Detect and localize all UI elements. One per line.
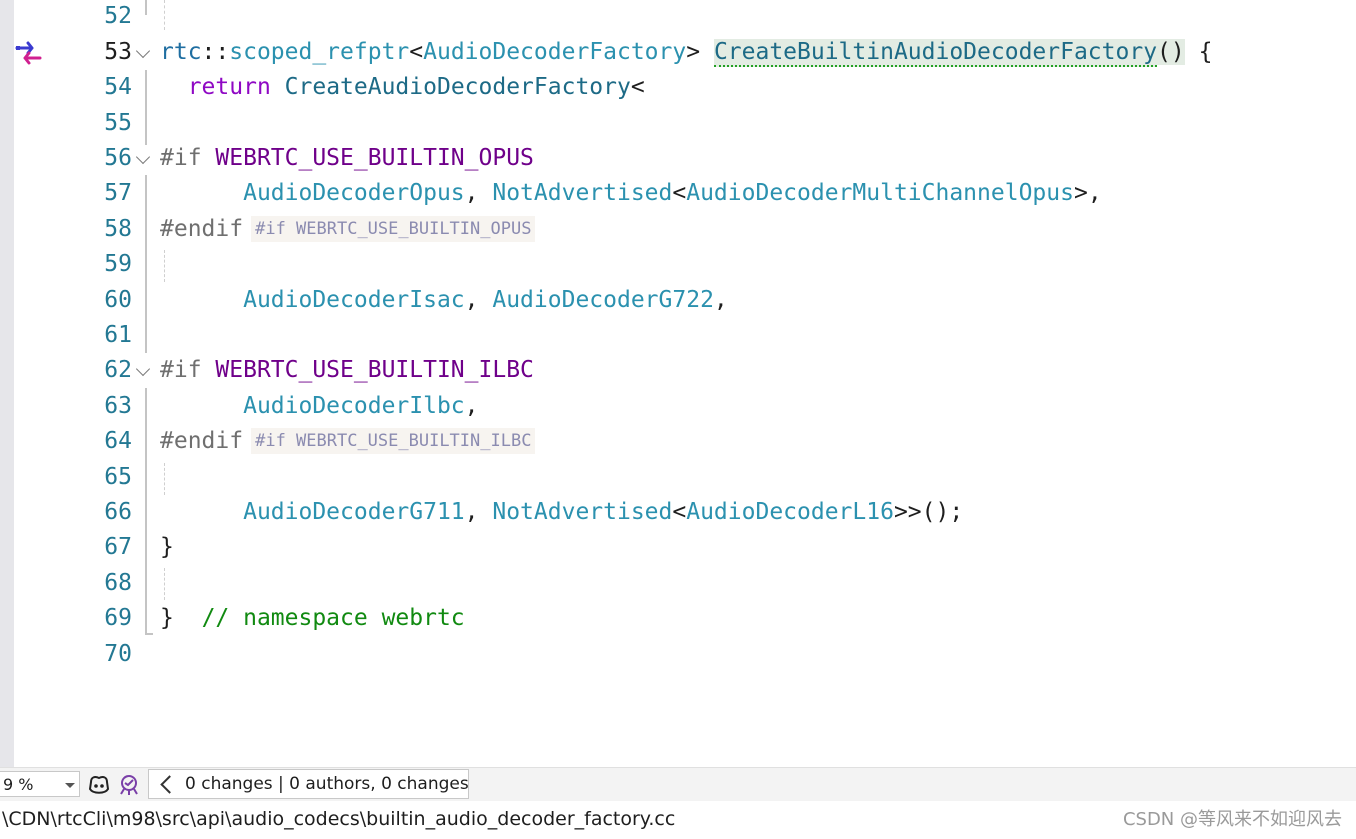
editor-status-bar: 9 % 0 changes | 0 authors, 0 changes (0, 767, 1356, 802)
line-number: 70 (104, 641, 132, 667)
code-line[interactable]: 70 (14, 636, 1356, 672)
code-line[interactable]: 59 (14, 246, 1356, 282)
line-number: 68 (104, 570, 132, 596)
file-path-bar: \CDN\rtcCli\m98\src\api\audio_codecs\bui… (0, 801, 1356, 839)
zoom-value: 9 % (3, 775, 34, 794)
code-text: } (160, 534, 174, 560)
preprocessor-hint: #if WEBRTC_USE_BUILTIN_OPUS (251, 216, 536, 242)
code-line[interactable]: 55 (14, 105, 1356, 141)
copilot-icon[interactable] (87, 773, 111, 797)
line-number: 55 (104, 110, 132, 136)
changes-summary: 0 changes | 0 authors, 0 changes (185, 774, 469, 794)
code-line[interactable]: 63 AudioDecoderIlbc, (14, 388, 1356, 424)
code-text: AudioDecoderIlbc, (243, 393, 479, 419)
line-number: 62 (104, 357, 132, 383)
code-line[interactable]: 67 } (14, 529, 1356, 565)
watermark: CSDN @等风来不如迎风去 (1122, 809, 1342, 830)
file-path: \CDN\rtcCli\m98\src\api\audio_codecs\bui… (2, 808, 676, 830)
line-number: 57 (104, 180, 132, 206)
line-number: 52 (104, 3, 132, 29)
code-text: #endif #if WEBRTC_USE_BUILTIN_OPUS (160, 211, 536, 247)
line-number: 58 (104, 216, 132, 242)
code-line[interactable]: 53 rtc::scoped_refptr<AudioDecoderFactor… (14, 34, 1356, 70)
preprocessor-hint: #if WEBRTC_USE_BUILTIN_ILBC (251, 428, 536, 454)
code-text: #if WEBRTC_USE_BUILTIN_ILBC (160, 357, 534, 383)
line-number: 66 (104, 499, 132, 525)
code-line[interactable]: 58 #endif #if WEBRTC_USE_BUILTIN_OPUS (14, 211, 1356, 247)
code-line[interactable]: 68 (14, 565, 1356, 601)
code-text: AudioDecoderOpus, NotAdvertised<AudioDec… (243, 180, 1102, 206)
line-number: 69 (104, 605, 132, 631)
code-line[interactable]: 61 (14, 317, 1356, 353)
code-line[interactable]: 57 AudioDecoderOpus, NotAdvertised<Audio… (14, 175, 1356, 211)
fold-chevron-icon[interactable] (135, 149, 151, 165)
code-text: } // namespace webrtc (160, 605, 465, 631)
code-line[interactable]: 65 (14, 459, 1356, 495)
code-text: AudioDecoderIsac, AudioDecoderG722, (243, 287, 728, 313)
intellicode-icon[interactable] (117, 773, 141, 797)
code-line[interactable]: 56 #if WEBRTC_USE_BUILTIN_OPUS (14, 140, 1356, 176)
code-text: #endif #if WEBRTC_USE_BUILTIN_ILBC (160, 423, 536, 459)
line-number: 60 (104, 287, 132, 313)
function-name-highlight: CreateBuiltinAudioDecoderFactory (713, 39, 1158, 67)
line-number: 63 (104, 393, 132, 419)
line-number: 56 (104, 145, 132, 171)
line-number: 67 (104, 534, 132, 560)
git-changes-indicator[interactable]: 0 changes | 0 authors, 0 changes (148, 769, 469, 799)
zoom-dropdown[interactable]: 9 % (0, 771, 80, 797)
fold-chevron-icon[interactable] (135, 43, 151, 59)
line-number: 61 (104, 322, 132, 348)
fold-chevron-icon[interactable] (135, 361, 151, 377)
chevron-down-icon (65, 783, 75, 788)
line-number: 59 (104, 251, 132, 277)
code-text: AudioDecoderG711, NotAdvertised<AudioDec… (243, 499, 964, 525)
code-line[interactable]: 52 (14, 0, 1356, 34)
code-editor[interactable]: 52 53 rtc::scoped_refptr<AudioDecoderFac… (14, 0, 1356, 767)
line-number: 65 (104, 464, 132, 490)
editor-left-margin (0, 0, 14, 767)
line-number: 64 (104, 428, 132, 454)
code-line[interactable]: 64 #endif #if WEBRTC_USE_BUILTIN_ILBC (14, 423, 1356, 459)
code-text: rtc::scoped_refptr<AudioDecoderFactory> … (160, 39, 1213, 67)
code-line[interactable]: 69 } // namespace webrtc (14, 600, 1356, 636)
code-text: return CreateAudioDecoderFactory< (187, 74, 645, 100)
line-number: 54 (104, 74, 132, 100)
code-line[interactable]: 62 #if WEBRTC_USE_BUILTIN_ILBC (14, 352, 1356, 388)
code-text: #if WEBRTC_USE_BUILTIN_OPUS (160, 145, 534, 171)
line-number: 53 (104, 39, 132, 65)
code-line[interactable]: 54 return CreateAudioDecoderFactory< (14, 69, 1356, 105)
code-line[interactable]: 66 AudioDecoderG711, NotAdvertised<Audio… (14, 494, 1356, 530)
chevron-left-icon[interactable] (160, 775, 179, 794)
code-line[interactable]: 60 AudioDecoderIsac, AudioDecoderG722, (14, 282, 1356, 318)
